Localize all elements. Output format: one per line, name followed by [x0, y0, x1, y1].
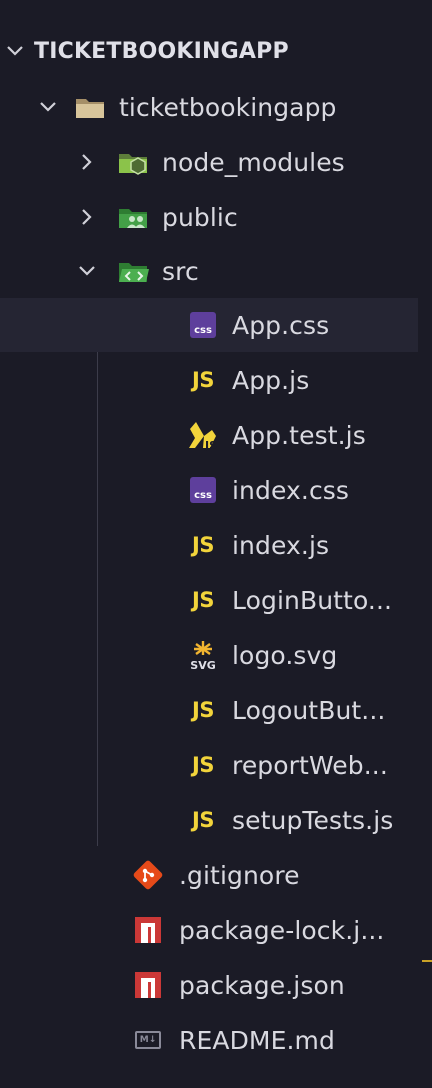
- tree-item-package-json[interactable]: package.json: [0, 958, 432, 1012]
- node-folder-icon: [116, 145, 150, 179]
- tree-item-label: index.css: [232, 475, 350, 505]
- markdown-file-icon: M↓: [131, 1023, 165, 1057]
- tree-item-label: package.json: [179, 970, 345, 1000]
- tree-item-label: ticketbookingapp: [119, 92, 337, 122]
- chevron-down-icon: [37, 96, 59, 118]
- svg-text:SVG: SVG: [190, 659, 215, 672]
- tree-item-label: README.md: [179, 1025, 335, 1055]
- tree-item-node-modules[interactable]: node_modules: [0, 135, 432, 189]
- tree-item-label: App.js: [232, 365, 310, 395]
- folder-icon: [73, 90, 107, 124]
- tree-item-reportwebvitals-js[interactable]: JS reportWeb...: [0, 738, 432, 792]
- tree-item-label: App.css: [232, 310, 330, 340]
- tree-item-gitignore[interactable]: .gitignore: [0, 848, 432, 902]
- tree-item-logoutbutton-js[interactable]: JS LogoutBut...: [0, 683, 432, 737]
- npm-file-icon: [131, 968, 165, 1002]
- tree-item-logo-svg[interactable]: SVG logo.svg: [0, 628, 432, 682]
- chevron-right-icon: [76, 151, 98, 173]
- tree-item-public[interactable]: public: [0, 190, 432, 244]
- git-file-icon: [131, 858, 165, 892]
- css-file-icon: css: [186, 308, 220, 342]
- css-file-icon: css: [186, 473, 220, 507]
- tree-item-ticketbookingapp[interactable]: ticketbookingapp: [0, 80, 432, 134]
- src-folder-icon: [116, 254, 150, 288]
- tree-item-package-lock-json[interactable]: package-lock.j...: [0, 903, 432, 957]
- tree-item-src[interactable]: src: [0, 244, 432, 298]
- scroll-indicator: [422, 960, 432, 962]
- explorer-root[interactable]: TICKETBOOKINGAPP: [0, 24, 432, 78]
- tree-item-label: LogoutBut...: [232, 695, 386, 725]
- js-file-icon: JS: [192, 698, 214, 722]
- svg-file-icon: SVG: [186, 638, 220, 672]
- chevron-right-icon: [76, 206, 98, 228]
- js-file-icon: JS: [192, 808, 214, 832]
- tree-item-index-css[interactable]: css index.css: [0, 463, 432, 517]
- tree-item-app-css[interactable]: css App.css: [0, 298, 418, 352]
- tree-item-label: LoginButto...: [232, 585, 393, 615]
- public-folder-icon: [116, 200, 150, 234]
- js-file-icon: JS: [192, 533, 214, 557]
- tree-item-label: index.js: [232, 530, 330, 560]
- tree-item-label: reportWeb...: [232, 750, 388, 780]
- tree-item-index-js[interactable]: JS index.js: [0, 518, 432, 572]
- test-js-file-icon: JS: [186, 418, 220, 452]
- tree-item-label: App.test.js: [232, 420, 366, 450]
- js-file-icon: JS: [192, 753, 214, 777]
- file-explorer: TICKETBOOKINGAPP ticketbookingapp node_m…: [0, 0, 432, 1088]
- tree-item-label: node_modules: [162, 147, 345, 177]
- js-file-icon: JS: [192, 588, 214, 612]
- tree-item-label: .gitignore: [179, 860, 300, 890]
- tree-item-label: setupTests.js: [232, 805, 394, 835]
- tree-item-label: package-lock.j...: [179, 915, 385, 945]
- tree-item-app-js[interactable]: JS App.js: [0, 353, 432, 407]
- tree-item-setuptests-js[interactable]: JS setupTests.js: [0, 793, 432, 847]
- tree-item-readme-md[interactable]: M↓ README.md: [0, 1013, 432, 1067]
- npm-file-icon: [131, 913, 165, 947]
- tree-item-label: logo.svg: [232, 640, 338, 670]
- explorer-root-label: TICKETBOOKINGAPP: [34, 38, 289, 64]
- tree-item-app-test-js[interactable]: JS App.test.js: [0, 408, 432, 462]
- tree-item-loginbutton-js[interactable]: JS LoginButto...: [0, 573, 432, 627]
- js-file-icon: JS: [192, 368, 214, 392]
- tree-item-label: src: [162, 256, 199, 286]
- chevron-down-icon: [76, 260, 98, 282]
- chevron-down-icon: [4, 40, 26, 62]
- tree-item-label: public: [162, 202, 238, 232]
- svg-text:JS: JS: [204, 439, 217, 452]
